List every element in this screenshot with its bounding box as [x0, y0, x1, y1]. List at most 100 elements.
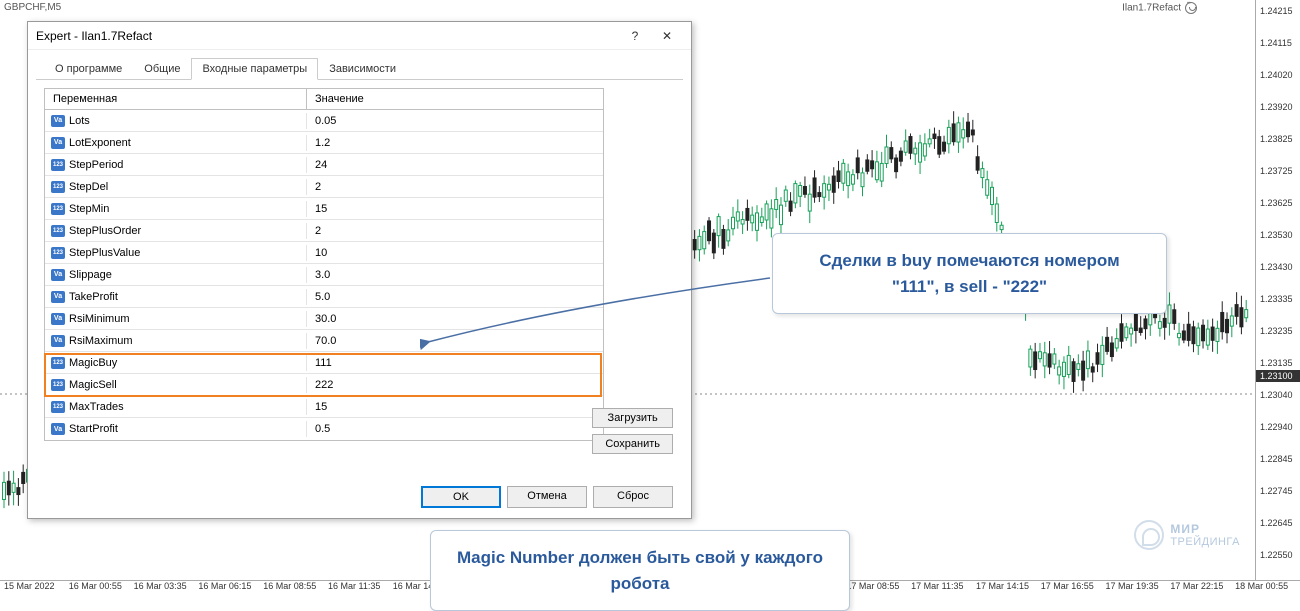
reset-button[interactable]: Сброс: [593, 486, 673, 508]
chart-symbol-label: GBPCHF,M5: [4, 2, 61, 13]
param-row[interactable]: 123 StepMin 15: [45, 198, 603, 220]
ok-button[interactable]: OK: [421, 486, 501, 508]
tab-3[interactable]: Зависимости: [318, 58, 407, 79]
param-row[interactable]: Va StartProfit 0.5: [45, 418, 603, 440]
price-tick: 1.23235: [1260, 326, 1293, 336]
price-tick: 1.23725: [1260, 166, 1293, 176]
price-tick: 1.23135: [1260, 358, 1293, 368]
price-tick: 1.22845: [1260, 454, 1293, 464]
var-icon: Va: [51, 313, 65, 325]
load-button[interactable]: Загрузить: [592, 408, 673, 428]
parameters-grid[interactable]: Переменная Значение VaLots0.05 Va LotExpon…: [44, 88, 604, 441]
dialog-titlebar[interactable]: Expert - Ilan1.7Refact ? ✕: [28, 22, 691, 50]
price-tick: 1.23335: [1260, 294, 1293, 304]
callout-magic-unique: Magic Number должен быть свой у каждого …: [430, 530, 850, 611]
tab-strip: О программеОбщиеВходные параметрыЗависим…: [36, 54, 683, 80]
param-row[interactable]: 123 StepPeriod 24: [45, 154, 603, 176]
param-row[interactable]: 123 StepDel 2: [45, 176, 603, 198]
time-tick: 16 Mar 08:55: [263, 581, 328, 600]
tab-2[interactable]: Входные параметры: [191, 58, 318, 80]
param-value[interactable]: 111: [307, 355, 603, 371]
time-tick: 17 Mar 14:15: [976, 581, 1041, 600]
close-button[interactable]: ✕: [651, 24, 683, 48]
param-value[interactable]: 10: [307, 245, 603, 261]
param-name: TakeProfit: [69, 291, 118, 303]
price-tick: 1.22745: [1260, 486, 1293, 496]
param-value[interactable]: 1.2: [307, 135, 603, 151]
param-name: StepMin: [69, 203, 109, 215]
param-row[interactable]: Va TakeProfit 5.0: [45, 286, 603, 308]
time-tick: 15 Mar 2022: [4, 581, 69, 600]
var-icon: Va: [51, 423, 65, 435]
param-value[interactable]: 2: [307, 223, 603, 239]
save-button[interactable]: Сохранить: [592, 434, 673, 454]
param-name: RsiMinimum: [69, 313, 130, 325]
param-value[interactable]: 15: [307, 201, 603, 217]
param-value[interactable]: 222: [307, 377, 603, 393]
param-row[interactable]: 123 StepPlusValue 10: [45, 242, 603, 264]
time-tick: 16 Mar 11:35: [328, 581, 393, 600]
param-name: MagicSell: [69, 379, 117, 391]
param-value[interactable]: 3.0: [307, 267, 603, 283]
cancel-button[interactable]: Отмена: [507, 486, 587, 508]
smiley-icon: [1185, 2, 1197, 14]
price-tick: 1.23430: [1260, 262, 1293, 272]
int-icon: 123: [51, 401, 65, 413]
param-row[interactable]: Va RsiMinimum 30.0: [45, 308, 603, 330]
param-name: MagicBuy: [69, 357, 117, 369]
param-name: StartProfit: [69, 423, 118, 435]
param-name: StepPlusOrder: [69, 225, 141, 237]
param-name: StepDel: [69, 181, 108, 193]
int-icon: 123: [51, 159, 65, 171]
tab-0[interactable]: О программе: [44, 58, 133, 79]
int-icon: 123: [51, 225, 65, 237]
param-row[interactable]: 123 StepPlusOrder 2: [45, 220, 603, 242]
param-row[interactable]: 123 MagicBuy 111: [45, 352, 603, 374]
price-tick: 1.23625: [1260, 198, 1293, 208]
price-tick: 1.22550: [1260, 550, 1293, 560]
var-icon: Va: [51, 291, 65, 303]
expert-indicator: Ilan1.7Refact: [1122, 2, 1197, 14]
time-tick: 17 Mar 16:55: [1041, 581, 1106, 600]
param-value[interactable]: 30.0: [307, 311, 603, 327]
time-tick: 16 Mar 06:15: [198, 581, 263, 600]
current-price-label: 1.23100: [1256, 370, 1300, 382]
column-variable-header[interactable]: Переменная: [45, 89, 307, 109]
int-icon: 123: [51, 203, 65, 215]
time-tick: 16 Mar 00:55: [69, 581, 134, 600]
int-icon: 123: [51, 357, 65, 369]
param-value[interactable]: 2: [307, 179, 603, 195]
help-button[interactable]: ?: [619, 24, 651, 48]
price-tick: 1.23040: [1260, 390, 1293, 400]
time-tick: 17 Mar 08:55: [846, 581, 911, 600]
param-row[interactable]: VaSlippage3.0: [45, 264, 603, 286]
param-value[interactable]: 5.0: [307, 289, 603, 305]
int-icon: 123: [51, 379, 65, 391]
column-value-header[interactable]: Значение: [307, 89, 603, 109]
time-tick: 16 Mar 03:35: [134, 581, 199, 600]
param-row[interactable]: VaLots0.05: [45, 110, 603, 132]
time-tick: 17 Mar 22:15: [1170, 581, 1235, 600]
param-row[interactable]: VaRsiMaximum70.0: [45, 330, 603, 352]
param-value[interactable]: 70.0: [307, 333, 603, 349]
param-row[interactable]: 123 MagicSell 222: [45, 374, 603, 396]
time-tick: 17 Mar 19:35: [1106, 581, 1171, 600]
param-name: Slippage: [69, 269, 112, 281]
callout-magic-explain: Сделки в buy помечаются номером "111", в…: [772, 233, 1167, 314]
int-icon: 123: [51, 247, 65, 259]
param-value[interactable]: 0.05: [307, 113, 603, 129]
tab-1[interactable]: Общие: [133, 58, 191, 79]
expert-properties-dialog: Expert - Ilan1.7Refact ? ✕ О программеОб…: [27, 21, 692, 519]
params-panel: Переменная Значение VaLots0.05 Va LotExpon…: [28, 80, 691, 449]
param-row[interactable]: 123MaxTrades15: [45, 396, 603, 418]
param-row[interactable]: VaLotExponent1.2: [45, 132, 603, 154]
int-icon: 123: [51, 181, 65, 193]
price-tick: 1.24115: [1260, 38, 1292, 48]
param-name: LotExponent: [69, 137, 131, 149]
param-name: StepPlusValue: [69, 247, 140, 259]
dialog-title: Expert - Ilan1.7Refact: [36, 29, 619, 43]
param-value[interactable]: 0.5: [307, 421, 603, 437]
param-value[interactable]: 24: [307, 157, 603, 173]
param-name: StepPeriod: [69, 159, 123, 171]
param-value[interactable]: 15: [307, 399, 603, 415]
